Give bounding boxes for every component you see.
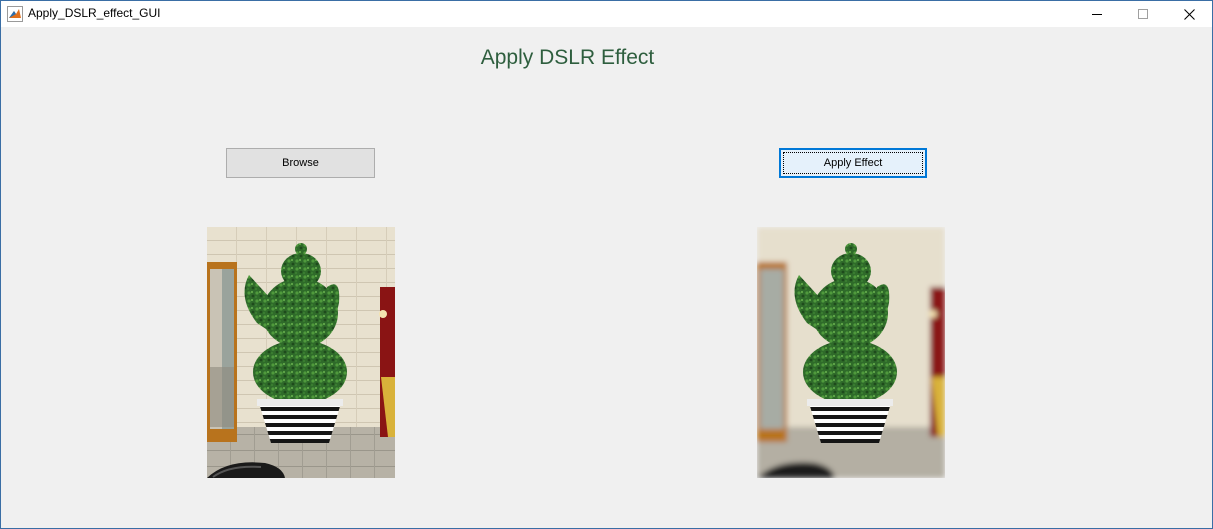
app-window: Apply_DSLR_effect_GUI Apply DSLR Effect …	[0, 0, 1213, 529]
title-bar[interactable]: Apply_DSLR_effect_GUI	[1, 1, 1212, 27]
minimize-button[interactable]	[1074, 1, 1120, 27]
apply-effect-button[interactable]: Apply Effect	[779, 148, 927, 178]
browse-button[interactable]: Browse	[226, 148, 375, 178]
gui-panel: Apply DSLR Effect Browse Apply Effect	[1, 27, 1212, 528]
window-title: Apply_DSLR_effect_GUI	[28, 6, 161, 20]
close-icon	[1183, 8, 1195, 20]
page-title: Apply DSLR Effect	[480, 46, 655, 69]
maximize-icon	[1138, 9, 1148, 19]
original-image	[207, 227, 395, 478]
minimize-icon	[1092, 14, 1102, 15]
matlab-icon	[7, 6, 23, 22]
maximize-button[interactable]	[1120, 1, 1166, 27]
close-button[interactable]	[1166, 1, 1212, 27]
result-image	[757, 227, 945, 478]
focus-rectangle	[783, 152, 923, 174]
